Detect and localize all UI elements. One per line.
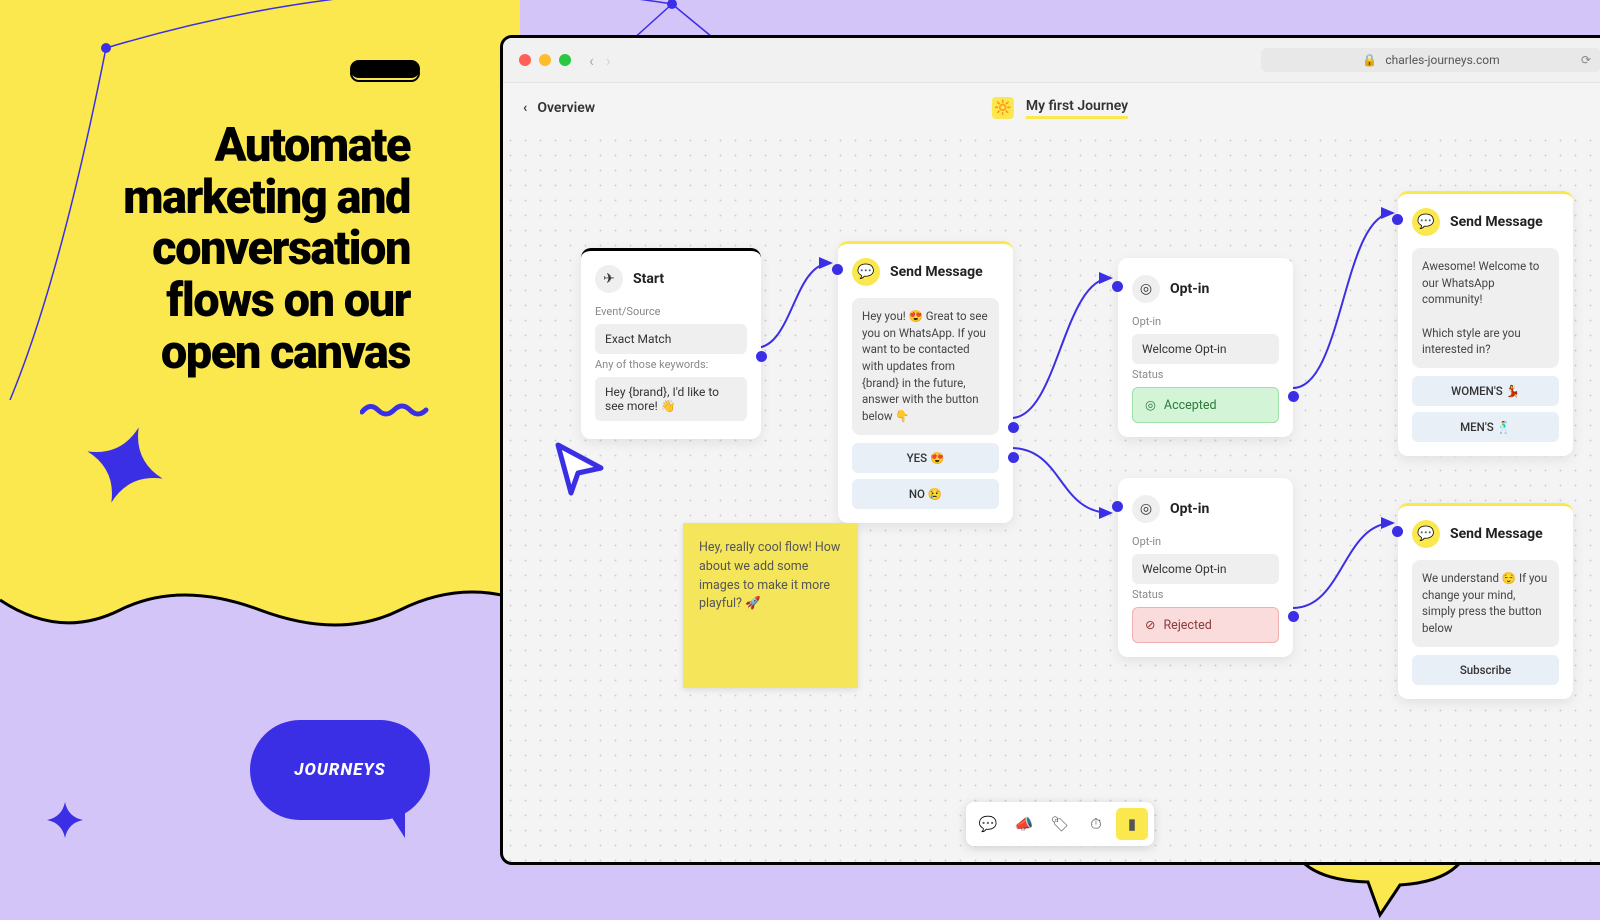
maximize-button[interactable] (559, 54, 571, 66)
field-label: Event/Source (595, 305, 747, 318)
output-port-no[interactable] (1008, 452, 1019, 463)
chevron-left-icon: ‹ (523, 100, 527, 116)
small-star-icon (45, 800, 85, 840)
wave-divider (0, 560, 520, 680)
node-title: Opt-in (1170, 281, 1209, 297)
node-title: Start (633, 271, 664, 287)
node-title: Send Message (1450, 526, 1543, 542)
sticky-note[interactable]: Hey, really cool flow! How about we add … (683, 523, 858, 688)
optin-field[interactable]: Welcome Opt-in (1132, 554, 1279, 584)
address-bar[interactable]: 🔒 charles-journeys.com ⟳ (1261, 48, 1600, 72)
keywords-field[interactable]: Hey {brand}, I'd like to see more! 👋 (595, 377, 747, 421)
output-port-yes[interactable] (1008, 422, 1019, 433)
field-label: Status (1132, 368, 1279, 381)
chat-icon: 💬 (1412, 520, 1440, 548)
send-message-node[interactable]: 💬 Send Message Awesome! Welcome to our W… (1398, 191, 1573, 456)
optin-field[interactable]: Welcome Opt-in (1132, 334, 1279, 364)
reply-button-womens[interactable]: WOMEN'S 💃 (1412, 376, 1559, 406)
node-title: Opt-in (1170, 501, 1209, 517)
lock-icon: 🔒 (1362, 53, 1377, 67)
browser-chrome: ‹ › 🔒 charles-journeys.com ⟳ (503, 38, 1600, 83)
overview-button[interactable]: ‹ Overview (523, 100, 595, 116)
announce-tool-button[interactable]: 📣 (1008, 808, 1040, 840)
status-text: Accepted (1164, 398, 1217, 413)
journeys-label: JOURNEYS (294, 760, 385, 780)
message-body[interactable]: We understand 😌 If you change your mind,… (1412, 560, 1559, 647)
reply-button-yes[interactable]: YES 😍 (852, 443, 999, 473)
message-body[interactable]: Hey you! 😍 Great to see you on WhatsApp.… (852, 298, 999, 435)
field-label: Opt-in (1132, 315, 1279, 328)
output-port[interactable] (1288, 611, 1299, 622)
browser-window: ‹ › 🔒 charles-journeys.com ⟳ ‹ Overview … (500, 35, 1600, 865)
reply-button-no[interactable]: NO 😢 (852, 479, 999, 509)
optin-icon: ◎ (1132, 495, 1160, 523)
input-port[interactable] (1392, 214, 1403, 225)
output-port[interactable] (1288, 391, 1299, 402)
paper-plane-icon: ✈ (595, 265, 623, 293)
node-title: Send Message (890, 264, 983, 280)
minimize-button[interactable] (539, 54, 551, 66)
reject-icon: ⊘ (1145, 617, 1155, 633)
note-tool-button[interactable]: ▮ (1116, 808, 1148, 840)
optin-node[interactable]: ◎ Opt-in Opt-in Welcome Opt-in Status ⊘ … (1118, 478, 1293, 657)
input-port[interactable] (1112, 501, 1123, 512)
canvas-toolbar: 💬 📣 🏷 ⏱ ▮ (966, 802, 1154, 846)
traffic-lights (519, 54, 571, 66)
reply-button-mens[interactable]: MEN'S 🕺 (1412, 412, 1559, 442)
field-label: Status (1132, 588, 1279, 601)
field-label: Opt-in (1132, 535, 1279, 548)
source-field[interactable]: Exact Match (595, 324, 747, 354)
sticky-text: Hey, really cool flow! How about we add … (699, 540, 840, 611)
node-title: Send Message (1450, 214, 1543, 230)
journey-name: My first Journey (1026, 98, 1128, 119)
status-text: Rejected (1163, 618, 1211, 633)
journeys-badge: JOURNEYS (250, 720, 430, 820)
optin-node[interactable]: ◎ Opt-in Opt-in Welcome Opt-in Status ◎ … (1118, 258, 1293, 437)
reply-button-subscribe[interactable]: Subscribe (1412, 655, 1559, 685)
decorative-pill (350, 60, 420, 78)
journey-title[interactable]: 🔆 My first Journey (992, 97, 1128, 119)
field-label: Any of those keywords: (595, 358, 747, 371)
send-message-node[interactable]: 💬 Send Message Hey you! 😍 Great to see y… (838, 241, 1013, 523)
star-icon (80, 420, 170, 510)
chat-icon: 💬 (1412, 208, 1440, 236)
chat-tool-button[interactable]: 💬 (972, 808, 1004, 840)
status-accepted: ◎ Accepted (1132, 387, 1279, 423)
app-header: ‹ Overview 🔆 My first Journey (503, 83, 1600, 133)
input-port[interactable] (1112, 281, 1123, 292)
status-rejected: ⊘ Rejected (1132, 607, 1279, 643)
refresh-icon[interactable]: ⟳ (1581, 53, 1591, 67)
tag-tool-button[interactable]: 🏷 (1044, 808, 1076, 840)
close-button[interactable] (519, 54, 531, 66)
check-icon: ◎ (1145, 397, 1156, 413)
optin-icon: ◎ (1132, 275, 1160, 303)
squiggle-icon (360, 400, 430, 420)
cursor-icon (543, 433, 613, 503)
output-port[interactable] (756, 351, 767, 362)
message-body[interactable]: Awesome! Welcome to our WhatsApp communi… (1412, 248, 1559, 368)
journey-emoji: 🔆 (992, 97, 1014, 119)
nav-arrows: ‹ › (589, 51, 611, 70)
chat-icon: 💬 (852, 258, 880, 286)
hero-headline: Automate marketing and conversation flow… (90, 120, 410, 378)
input-port[interactable] (1392, 526, 1403, 537)
forward-button[interactable]: › (606, 51, 611, 70)
input-port[interactable] (832, 264, 843, 275)
flow-canvas[interactable]: ✈ Start Event/Source Exact Match Any of … (503, 133, 1600, 862)
timer-tool-button[interactable]: ⏱ (1080, 808, 1112, 840)
back-button[interactable]: ‹ (589, 51, 594, 70)
send-message-node[interactable]: 💬 Send Message We understand 😌 If you ch… (1398, 503, 1573, 699)
url-text: charles-journeys.com (1385, 53, 1499, 67)
start-node[interactable]: ✈ Start Event/Source Exact Match Any of … (581, 248, 761, 439)
overview-label: Overview (537, 100, 595, 116)
